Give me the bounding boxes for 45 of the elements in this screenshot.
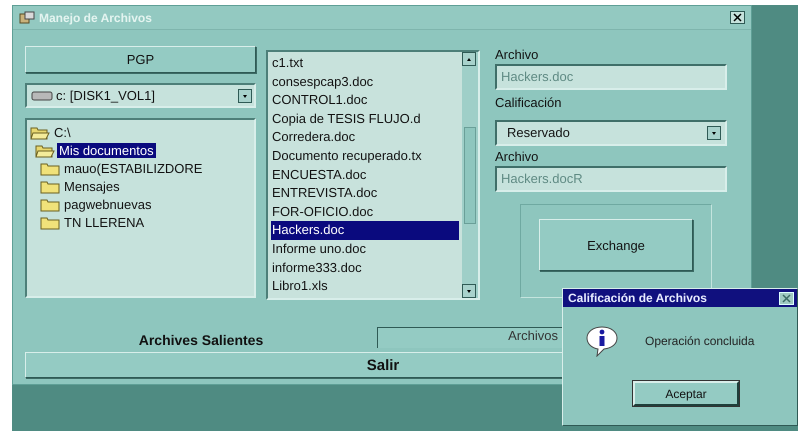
drive-icon bbox=[31, 90, 53, 102]
accept-button[interactable]: Aceptar bbox=[633, 381, 739, 406]
file-item[interactable]: ENCUESTA.doc bbox=[271, 166, 459, 184]
scroll-up-icon[interactable] bbox=[462, 52, 476, 66]
folder-item[interactable]: Mis documentos bbox=[57, 142, 156, 158]
open-folder-icon bbox=[35, 142, 55, 158]
field-label: Archivo bbox=[495, 148, 540, 166]
field-label: Archivo bbox=[495, 46, 540, 64]
folder-item[interactable]: mauo(ESTABILIZDORE bbox=[62, 160, 204, 176]
file-item[interactable]: Documento recuperado.tx bbox=[271, 146, 459, 166]
window-title: Manejo de Archivos bbox=[39, 10, 152, 24]
scroll-thumb[interactable] bbox=[464, 126, 476, 224]
folder-item[interactable]: TN LLERENA bbox=[62, 214, 146, 230]
folder-icon bbox=[40, 214, 60, 230]
file-item[interactable]: Libro1.xls bbox=[271, 277, 459, 296]
pgp-button[interactable]: PGP bbox=[25, 46, 256, 73]
folder-icon bbox=[40, 160, 60, 176]
folder-item[interactable]: C:\ bbox=[52, 124, 73, 140]
open-folder-icon bbox=[30, 124, 50, 140]
file-item[interactable]: Informe uno.doc bbox=[271, 240, 459, 259]
file-item[interactable]: Corredera.doc bbox=[271, 128, 459, 147]
folder-item[interactable]: pagwebnuevas bbox=[62, 196, 154, 212]
info-icon bbox=[585, 325, 619, 357]
field-label: Calificación bbox=[495, 94, 562, 112]
folder-item[interactable]: Mensajes bbox=[62, 178, 122, 194]
file-item[interactable]: consespcap3.doc bbox=[271, 72, 459, 92]
file-item[interactable]: FOR-OFICIO.doc bbox=[271, 202, 459, 222]
section-label: Archives Salientes bbox=[138, 332, 264, 348]
file-item[interactable]: CONTROL1.doc bbox=[271, 91, 459, 110]
close-icon[interactable] bbox=[730, 11, 745, 24]
drive-select[interactable]: c: [DISK1_VOL1] bbox=[25, 82, 256, 108]
file-item[interactable]: ENTREVISTA.doc bbox=[271, 184, 459, 203]
rating-select[interactable]: Reservado bbox=[495, 120, 727, 146]
dialog-title: Calificación de Archivos bbox=[568, 291, 708, 305]
files-tab[interactable]: Archivos bbox=[377, 327, 563, 348]
scroll-down-icon[interactable] bbox=[462, 284, 476, 298]
file-item[interactable]: c1.txt bbox=[271, 54, 459, 73]
folder-icon bbox=[40, 196, 60, 212]
dialog-message: Operación concluida bbox=[645, 334, 754, 348]
file-item[interactable]: informe333.doc bbox=[271, 258, 459, 278]
app-icon bbox=[19, 10, 35, 24]
exchange-button[interactable]: Exchange bbox=[539, 219, 693, 271]
file-item[interactable]: Hackers.doc bbox=[271, 221, 459, 240]
folder-icon bbox=[40, 178, 60, 194]
file-item[interactable]: Copia de TESIS FLUJO.d bbox=[271, 110, 459, 128]
